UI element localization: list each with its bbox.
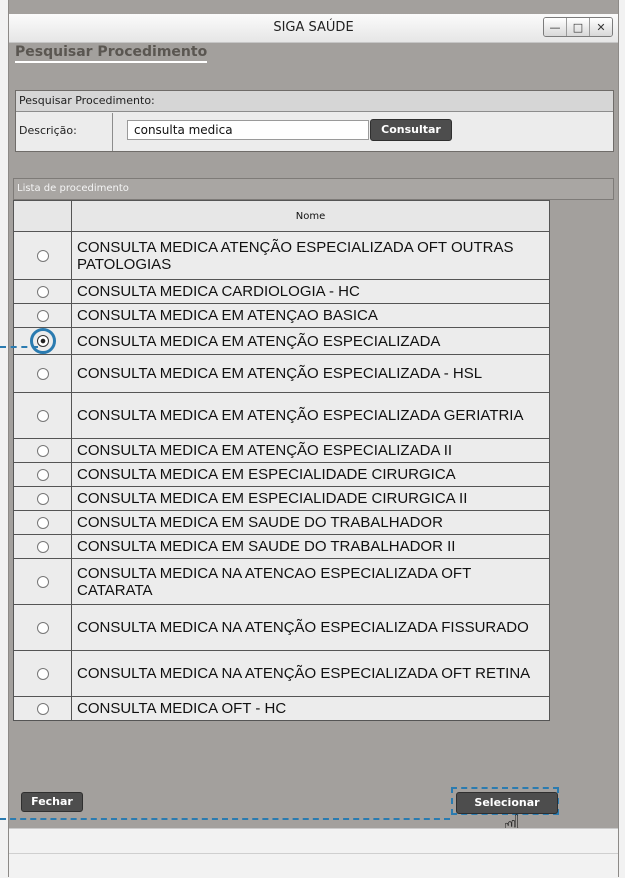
radio-button[interactable] <box>36 541 49 554</box>
minimize-icon[interactable]: — <box>544 18 567 36</box>
radio-focus-ring <box>29 328 56 354</box>
radio-cell <box>13 438 72 463</box>
procedure-name: CONSULTA MEDICA EM ATENÇAO BASICA <box>71 303 550 328</box>
divider <box>9 853 618 854</box>
radio-cell <box>13 558 72 605</box>
table-row[interactable]: CONSULTA MEDICA EM SAUDE DO TRABALHADOR <box>13 510 550 535</box>
table-row[interactable]: CONSULTA MEDICA EM ATENÇÃO ESPECIALIZADA… <box>13 438 550 463</box>
name-column-header: Nome <box>71 200 550 232</box>
search-panel: Pesquisar Procedimento: Descrição: Consu… <box>15 90 614 152</box>
search-panel-header: Pesquisar Procedimento: <box>16 91 613 112</box>
procedure-list-header: Lista de procedimento <box>13 178 614 200</box>
procedure-name: CONSULTA MEDICA EM SAUDE DO TRABALHADOR <box>71 510 550 535</box>
radio-button[interactable] <box>36 703 49 716</box>
radio-button[interactable] <box>36 445 49 458</box>
procedure-name: CONSULTA MEDICA ATENÇÃO ESPECIALIZADA OF… <box>71 231 550 280</box>
radio-button[interactable] <box>36 368 49 381</box>
radio-cell <box>13 650 72 697</box>
procedure-name: CONSULTA MEDICA EM ESPECIALIDADE CIRURGI… <box>71 486 550 511</box>
table-row[interactable]: CONSULTA MEDICA NA ATENCAO ESPECIALIZADA… <box>13 558 550 605</box>
procedure-name: CONSULTA MEDICA CARDIOLOGIA - HC <box>71 279 550 304</box>
table-row[interactable]: CONSULTA MEDICA ATENÇÃO ESPECIALIZADA OF… <box>13 231 550 280</box>
table-row[interactable]: CONSULTA MEDICA NA ATENÇÃO ESPECIALIZADA… <box>13 604 550 651</box>
annotation-line <box>0 818 450 820</box>
table-row[interactable]: CONSULTA MEDICA EM ATENÇÃO ESPECIALIZADA <box>13 327 550 355</box>
table-row[interactable]: CONSULTA MEDICA EM ATENÇAO BASICA <box>13 303 550 328</box>
radio-cell <box>13 303 72 328</box>
radio-cell <box>13 327 72 355</box>
table-row[interactable]: CONSULTA MEDICA CARDIOLOGIA - HC <box>13 279 550 304</box>
app-window: SIGA SAÚDE — □ ✕ Pesquisar Procedimento … <box>8 0 619 878</box>
radio-cell <box>13 231 72 280</box>
table-row[interactable]: CONSULTA MEDICA EM ATENÇÃO ESPECIALIZADA… <box>13 392 550 439</box>
procedure-name: CONSULTA MEDICA NA ATENÇÃO ESPECIALIZADA… <box>71 604 550 651</box>
radio-button-selected[interactable] <box>36 335 49 347</box>
radio-button[interactable] <box>36 622 49 635</box>
radio-button[interactable] <box>36 250 49 263</box>
radio-button[interactable] <box>36 576 49 589</box>
procedure-name: CONSULTA MEDICA NA ATENCAO ESPECIALIZADA… <box>71 558 550 605</box>
radio-cell <box>13 279 72 304</box>
table-header-row: Nome <box>13 200 550 232</box>
window-title: SIGA SAÚDE <box>273 20 354 35</box>
table-row[interactable]: CONSULTA MEDICA EM ATENÇÃO ESPECIALIZADA… <box>13 354 550 393</box>
procedure-name: CONSULTA MEDICA NA ATENÇÃO ESPECIALIZADA… <box>71 650 550 697</box>
consult-button[interactable]: Consultar <box>370 119 452 141</box>
radio-button[interactable] <box>36 517 49 530</box>
radio-cell <box>13 354 72 393</box>
description-label: Descrição: <box>19 124 77 137</box>
procedure-list-panel: Lista de procedimento Nome CONSULTA MEDI… <box>13 178 614 721</box>
radio-button[interactable] <box>36 668 49 681</box>
radio-cell <box>13 462 72 487</box>
procedure-name: CONSULTA MEDICA EM ATENÇÃO ESPECIALIZADA… <box>71 392 550 439</box>
radio-button[interactable] <box>36 493 49 506</box>
radio-cell <box>13 392 72 439</box>
title-bar: SIGA SAÚDE — □ ✕ <box>9 14 618 43</box>
procedure-name: CONSULTA MEDICA EM ATENÇÃO ESPECIALIZADA… <box>71 438 550 463</box>
table-row[interactable]: CONSULTA MEDICA NA ATENÇÃO ESPECIALIZADA… <box>13 650 550 697</box>
radio-cell <box>13 510 72 535</box>
procedure-name: CONSULTA MEDICA EM ATENÇÃO ESPECIALIZADA <box>71 327 550 355</box>
radio-cell <box>13 486 72 511</box>
table-row[interactable]: CONSULTA MEDICA EM ESPECIALIDADE CIRURGI… <box>13 462 550 487</box>
radio-cell <box>13 696 72 721</box>
radio-button[interactable] <box>36 310 49 323</box>
divider <box>112 113 113 151</box>
page-title: Pesquisar Procedimento <box>15 44 208 63</box>
procedure-name: CONSULTA MEDICA EM ESPECIALIDADE CIRURGI… <box>71 462 550 487</box>
maximize-icon[interactable]: □ <box>567 18 590 36</box>
description-input[interactable] <box>127 120 369 140</box>
radio-cell <box>13 604 72 651</box>
radio-button[interactable] <box>36 286 49 299</box>
close-button[interactable]: Fechar <box>21 792 83 812</box>
close-icon[interactable]: ✕ <box>590 18 612 36</box>
annotation-line <box>0 346 38 348</box>
procedure-name: CONSULTA MEDICA EM SAUDE DO TRABALHADOR … <box>71 534 550 559</box>
radio-button[interactable] <box>36 410 49 423</box>
radio-cell <box>13 534 72 559</box>
window-controls: — □ ✕ <box>543 17 613 37</box>
procedure-name: CONSULTA MEDICA OFT - HC <box>71 696 550 721</box>
procedure-table: Nome CONSULTA MEDICA ATENÇÃO ESPECIALIZA… <box>13 200 550 721</box>
table-row[interactable]: CONSULTA MEDICA EM ESPECIALIDADE CIRURGI… <box>13 486 550 511</box>
table-row[interactable]: CONSULTA MEDICA OFT - HC <box>13 696 550 721</box>
radio-button[interactable] <box>36 469 49 482</box>
radio-column-header <box>13 200 72 232</box>
table-row[interactable]: CONSULTA MEDICA EM SAUDE DO TRABALHADOR … <box>13 534 550 559</box>
procedure-name: CONSULTA MEDICA EM ATENÇÃO ESPECIALIZADA… <box>71 354 550 393</box>
